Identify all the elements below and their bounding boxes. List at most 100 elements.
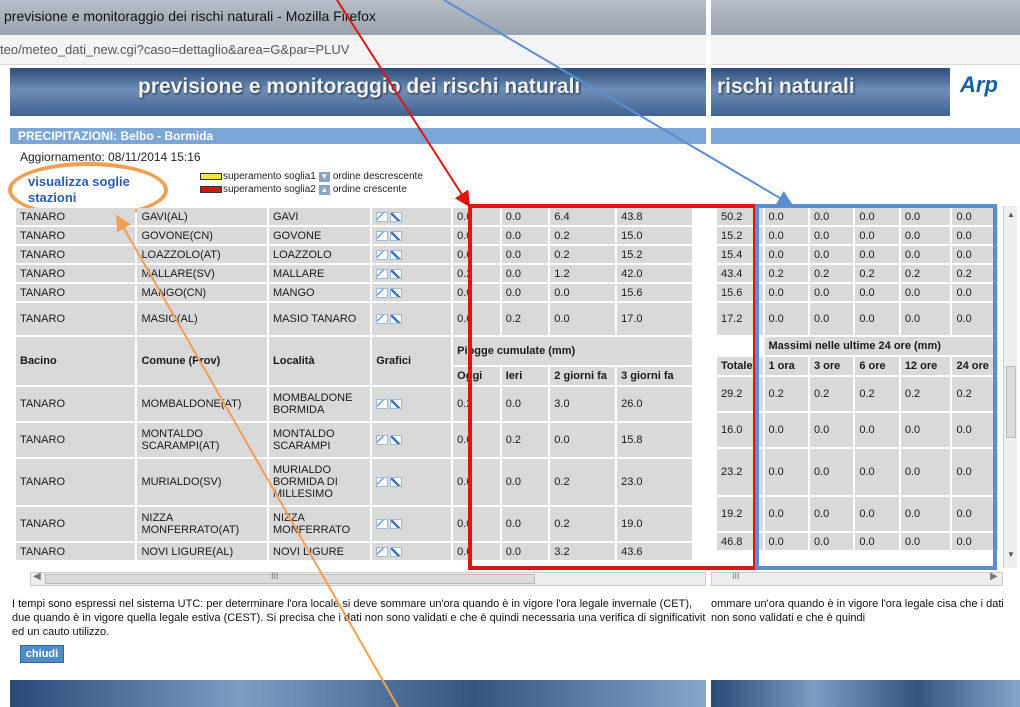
url-text[interactable]: teo/meteo_dati_new.cgi?caso=dettaglio&ar…: [0, 42, 349, 57]
scrollbar-thumb[interactable]: [45, 574, 535, 584]
line-chart-icon[interactable]: [376, 399, 389, 410]
section-bar-right: [711, 128, 1020, 144]
cell-comune: NIZZA MONFERRATO(AT): [137, 507, 267, 541]
url-bar-right[interactable]: [711, 35, 1020, 65]
cell-comune: MANGO(CN): [137, 284, 267, 301]
col-comune[interactable]: Comune (Prov): [137, 337, 267, 385]
section-title: PRECIPITAZIONI: Belbo - Bormida: [10, 128, 706, 144]
col-localita[interactable]: Località: [269, 337, 371, 385]
bar-chart-icon[interactable]: [390, 211, 403, 222]
highlight-box-blue: [755, 204, 997, 570]
chart-icons: [372, 423, 452, 457]
scroll-down-icon[interactable]: ▼: [1007, 550, 1015, 559]
cell-comune: MURIALDO(SV): [137, 459, 267, 505]
chart-icons: [372, 246, 452, 263]
line-chart-icon[interactable]: [376, 230, 389, 241]
line-chart-icon[interactable]: [376, 268, 389, 279]
sort-asc-icon[interactable]: ▲: [318, 184, 330, 195]
threshold2-swatch: [200, 186, 222, 193]
url-bar[interactable]: teo/meteo_dati_new.cgi?caso=dettaglio&ar…: [0, 35, 706, 65]
horizontal-scrollbar[interactable]: ◀ III: [30, 571, 706, 586]
col-grafici: Grafici: [372, 337, 452, 385]
cell-comune: GAVI(AL): [137, 208, 267, 225]
scroll-right-icon[interactable]: ▶: [990, 571, 998, 582]
cell-bacino: TANARO: [16, 303, 136, 335]
close-button[interactable]: chiudi: [20, 645, 64, 663]
chart-icons: [372, 507, 452, 541]
cell-bacino: TANARO: [16, 459, 136, 505]
cell-localita: GOVONE: [269, 227, 371, 244]
line-chart-icon[interactable]: [376, 249, 389, 260]
line-chart-icon[interactable]: [376, 519, 389, 530]
cell-comune: LOAZZOLO(AT): [137, 246, 267, 263]
legend-order-desc: ordine descrescente: [332, 171, 423, 182]
scroll-left-icon[interactable]: ◀: [33, 571, 41, 582]
arpa-logo: Arp: [950, 68, 1020, 116]
bar-chart-icon[interactable]: [390, 314, 403, 325]
legend-threshold2: superamento soglia2: [223, 184, 316, 195]
cell-bacino: TANARO: [16, 208, 136, 225]
horizontal-scrollbar-right[interactable]: III ▶: [711, 571, 1003, 586]
threshold1-swatch: [200, 173, 222, 180]
line-chart-icon[interactable]: [376, 435, 389, 446]
cell-localita: MASIO TANARO: [269, 303, 371, 335]
line-chart-icon[interactable]: [376, 287, 389, 298]
banner-title: previsione e monitoraggio dei rischi nat…: [138, 75, 581, 98]
cell-bacino: TANARO: [16, 265, 136, 282]
cell-localita: MOMBALDONE BORMIDA: [269, 387, 371, 421]
col-bacino[interactable]: Bacino: [16, 337, 136, 385]
sort-desc-icon[interactable]: ▼: [318, 171, 330, 182]
banner-title-right: rischi naturali: [717, 75, 855, 98]
bar-chart-icon[interactable]: [390, 287, 403, 298]
footnote-right: ommare un'ora quando è in vigore l'ora l…: [711, 598, 1004, 624]
bar-chart-icon[interactable]: [390, 230, 403, 241]
cell-localita: NIZZA MONFERRATO: [269, 507, 371, 541]
footnote: I tempi sono espressi nel sistema UTC: p…: [12, 598, 706, 638]
legend-threshold1: superamento soglia1: [223, 171, 316, 182]
bottom-banner-right: [711, 680, 1020, 707]
line-chart-icon[interactable]: [376, 477, 389, 488]
bar-chart-icon[interactable]: [390, 435, 403, 446]
chart-icons: [372, 208, 452, 225]
chart-icons: [372, 459, 452, 505]
highlight-box-red: [468, 204, 757, 570]
cell-bacino: TANARO: [16, 227, 136, 244]
site-banner-right: rischi naturali Arp: [711, 68, 1020, 116]
cell-localita: MURIALDO BORMIDA DI MILLESIMO: [269, 459, 371, 505]
cell-comune: MONTALDO SCARAMPI(AT): [137, 423, 267, 457]
vertical-scrollbar[interactable]: ▲ ▼: [1003, 206, 1017, 568]
site-banner: previsione e monitoraggio dei rischi nat…: [10, 68, 706, 116]
arpa-logo-text: Arp: [960, 72, 998, 97]
bar-chart-icon[interactable]: [390, 519, 403, 530]
update-timestamp: Aggiornamento: 08/11/2014 15:16: [20, 150, 201, 164]
chart-icons: [372, 265, 452, 282]
bar-chart-icon[interactable]: [390, 268, 403, 279]
scrollbar-grip-icon: III: [271, 571, 279, 581]
chart-icons: [372, 387, 452, 421]
cell-bacino: TANARO: [16, 387, 136, 421]
bar-chart-icon[interactable]: [390, 399, 403, 410]
bar-chart-icon[interactable]: [390, 477, 403, 488]
cell-localita: NOVI LIGURE: [269, 543, 371, 560]
chart-icons: [372, 284, 452, 301]
vscroll-thumb[interactable]: [1006, 366, 1016, 438]
cell-localita: LOAZZOLO: [269, 246, 371, 263]
cell-comune: MALLARE(SV): [137, 265, 267, 282]
cell-localita: MONTALDO SCARAMPI: [269, 423, 371, 457]
bar-chart-icon[interactable]: [390, 249, 403, 260]
bar-chart-icon[interactable]: [390, 546, 403, 557]
line-chart-icon[interactable]: [376, 211, 389, 222]
cell-bacino: TANARO: [16, 507, 136, 541]
line-chart-icon[interactable]: [376, 314, 389, 325]
scroll-up-icon[interactable]: ▲: [1007, 210, 1015, 219]
legend: superamento soglia1 ▼ ordine descrescent…: [200, 170, 423, 196]
window-title: previsione e monitoraggio dei rischi nat…: [4, 8, 376, 24]
chart-icons: [372, 543, 452, 560]
cell-comune: NOVI LIGURE(AL): [137, 543, 267, 560]
legend-order-asc: ordine crescente: [332, 184, 407, 195]
cell-bacino: TANARO: [16, 246, 136, 263]
window-titlebar-right: [711, 0, 1020, 35]
chart-icons: [372, 303, 452, 335]
line-chart-icon[interactable]: [376, 546, 389, 557]
cell-bacino: TANARO: [16, 423, 136, 457]
